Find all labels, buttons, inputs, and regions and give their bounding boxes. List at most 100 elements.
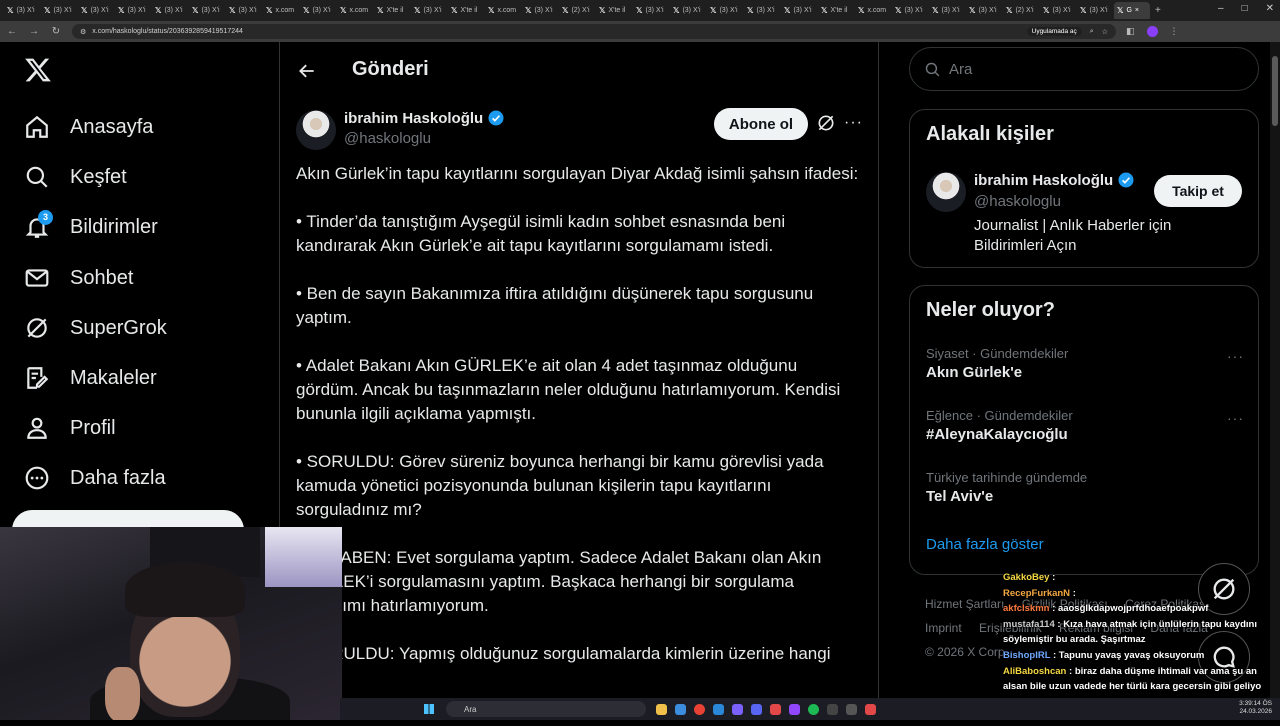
avatar[interactable] <box>926 172 966 212</box>
browser-tab[interactable]: 𝕏 (3) X'i <box>189 2 225 19</box>
sidebar-item-messages[interactable]: Sohbet <box>24 262 133 294</box>
x-logo-icon[interactable] <box>24 56 52 84</box>
sidebar-item-profile[interactable]: Profil <box>24 412 116 444</box>
browser-tab[interactable]: 𝕏 (3) X'i <box>929 2 965 19</box>
browser-tab[interactable]: 𝕏 X'te il <box>596 2 632 19</box>
browser-tab[interactable]: 𝕏 (3) X'i <box>707 2 743 19</box>
footer-link[interactable]: Hizmet Şartları <box>925 597 1004 611</box>
browser-tab[interactable]: 𝕏 (3) X'i <box>670 2 706 19</box>
windows-start-icon[interactable] <box>424 704 434 714</box>
more-options-icon[interactable]: ··· <box>1227 348 1244 364</box>
address-bar[interactable]: ⚙ x.com/haskologlu/status/20363928594195… <box>72 24 1116 39</box>
chat-username[interactable]: akfclskmn <box>1003 603 1049 614</box>
author-handle[interactable]: @haskologlu <box>344 130 431 147</box>
chat-username[interactable]: GakkoBey <box>1003 572 1049 583</box>
browser-tab[interactable]: 𝕏 X'te il <box>818 2 854 19</box>
bookmark-star-icon[interactable]: ☆ <box>1102 28 1108 36</box>
forward-icon[interactable]: → <box>28 26 40 37</box>
browser-tab[interactable]: 𝕏 (3) X'i <box>633 2 669 19</box>
page-scrollbar[interactable] <box>1270 42 1280 708</box>
chat-username[interactable]: RecepFurkanN <box>1003 588 1070 599</box>
scrollbar-thumb[interactable] <box>1272 56 1278 126</box>
chat-username[interactable]: BishopIRL <box>1003 650 1050 661</box>
zoom-icon[interactable]: ⌕ <box>1090 28 1094 36</box>
trend-item[interactable]: Eğlence · Gündemdekiler #AleynaKalaycıoğ… <box>926 408 1244 443</box>
subscribe-button[interactable]: Abone ol <box>714 108 808 140</box>
discord-icon[interactable] <box>751 703 762 715</box>
app-icon[interactable] <box>865 703 876 715</box>
chat-username[interactable]: mustafa114 <box>1003 619 1055 630</box>
close-icon[interactable]: ✕ <box>1266 3 1274 14</box>
app-icon[interactable] <box>770 703 781 715</box>
app-icon[interactable] <box>713 703 724 715</box>
browser-tab-active[interactable]: 𝕏 G × <box>1114 2 1150 19</box>
footer-link[interactable]: Imprint <box>925 621 962 635</box>
system-clock[interactable]: 3:39:14 ÖS 24.03.2026 <box>1239 700 1272 716</box>
x-favicon-icon: 𝕏 <box>229 6 236 15</box>
browser-tab[interactable]: 𝕏 (3) X'i <box>966 2 1002 19</box>
browser-tab[interactable]: 𝕏x.com <box>485 2 521 19</box>
browser-tab[interactable]: 𝕏 (3) X'i <box>115 2 151 19</box>
author-name[interactable]: ibrahim Haskoloğlu <box>344 109 505 127</box>
sidebar-item-home[interactable]: Anasayfa <box>24 111 153 143</box>
chat-username[interactable]: AliBaboshcan <box>1003 666 1066 677</box>
browser-tab[interactable]: 𝕏 (3) X'i <box>152 2 188 19</box>
author-avatar[interactable] <box>296 110 336 150</box>
show-more-link[interactable]: Daha fazla göster <box>926 536 1044 553</box>
search-input[interactable]: Ara <box>909 47 1259 91</box>
browser-tab[interactable]: 𝕏 (3) X'i <box>411 2 447 19</box>
related-user-handle[interactable]: @haskologlu <box>974 193 1061 210</box>
obs-icon[interactable] <box>846 703 857 715</box>
follow-button[interactable]: Takip et <box>1154 175 1242 207</box>
browser-tab[interactable]: 𝕏x.com <box>337 2 373 19</box>
sidebar-item-notifications[interactable]: 3 Bildirimler <box>24 210 158 243</box>
browser-tab[interactable]: 𝕏 (3) X'i <box>892 2 928 19</box>
browser-tab[interactable]: 𝕏 (3) X'i <box>1077 2 1113 19</box>
back-icon[interactable]: ← <box>6 26 18 37</box>
spotify-icon[interactable] <box>808 703 819 715</box>
browser-tab[interactable]: 𝕏 (3) X'i <box>1040 2 1076 19</box>
browser-tab[interactable]: 𝕏x.com <box>855 2 891 19</box>
browser-tab[interactable]: 𝕏 (3) X'i <box>522 2 558 19</box>
close-icon[interactable]: × <box>1135 7 1139 14</box>
sidebar-item-supergrok[interactable]: SuperGrok <box>24 312 167 344</box>
more-options-icon[interactable]: ··· <box>1227 410 1244 426</box>
trend-item[interactable]: Türkiye tarihinde gündemde Tel Aviv'e <box>926 470 1244 505</box>
maximize-icon[interactable]: □ <box>1242 3 1248 14</box>
browser-tab[interactable]: 𝕏 (3) X'i <box>781 2 817 19</box>
menu-icon[interactable]: ⋮ <box>1170 26 1179 37</box>
taskbar-search[interactable]: Ara <box>446 701 646 717</box>
site-info-icon[interactable]: ⚙ <box>80 28 86 36</box>
browser-tab[interactable]: 𝕏 (3) X'i <box>300 2 336 19</box>
profile-avatar[interactable] <box>1146 26 1158 37</box>
browser-tab[interactable]: 𝕏x.com <box>263 2 299 19</box>
browser-tab[interactable]: 𝕏 (3) X'i <box>744 2 780 19</box>
edge-icon[interactable] <box>675 703 686 715</box>
grok-icon[interactable] <box>816 113 836 133</box>
browser-tab[interactable]: 𝕏 X'te il <box>448 2 484 19</box>
browser-tab[interactable]: 𝕏 (2) X'i <box>1003 2 1039 19</box>
new-tab-icon[interactable]: + <box>1155 5 1161 16</box>
browser-tab[interactable]: 𝕏 (3) X'i <box>41 2 77 19</box>
chrome-icon[interactable] <box>694 703 705 715</box>
trend-item[interactable]: Siyaset · Gündemdekiler Akın Gürlek'e ··… <box>926 346 1244 381</box>
app-icon[interactable] <box>827 703 838 715</box>
open-in-app-pill[interactable]: Uygulamada aç <box>1026 27 1082 36</box>
minimize-icon[interactable]: – <box>1218 3 1224 14</box>
file-explorer-icon[interactable] <box>656 703 667 715</box>
back-arrow-icon[interactable] <box>297 61 317 81</box>
twitch-icon[interactable] <box>789 703 800 715</box>
reload-icon[interactable]: ↻ <box>50 26 62 37</box>
app-icon[interactable] <box>732 703 743 715</box>
related-user-name[interactable]: ibrahim Haskoloğlu <box>974 171 1135 189</box>
sidebar-item-articles[interactable]: Makaleler <box>24 362 157 394</box>
more-options-icon[interactable]: ··· <box>844 114 862 132</box>
browser-tab[interactable]: 𝕏 (2) X'i <box>559 2 595 19</box>
sidebar-item-more[interactable]: Daha fazla <box>24 462 166 494</box>
browser-tab[interactable]: 𝕏 (3) X'i <box>226 2 262 19</box>
browser-tab[interactable]: 𝕏 (3) X'i <box>4 2 40 19</box>
browser-tab[interactable]: 𝕏 (3) X'i <box>78 2 114 19</box>
sidebar-item-explore[interactable]: Keşfet <box>24 161 127 193</box>
browser-tab[interactable]: 𝕏 X'te il <box>374 2 410 19</box>
extensions-icon[interactable]: ◧ <box>1126 26 1135 37</box>
